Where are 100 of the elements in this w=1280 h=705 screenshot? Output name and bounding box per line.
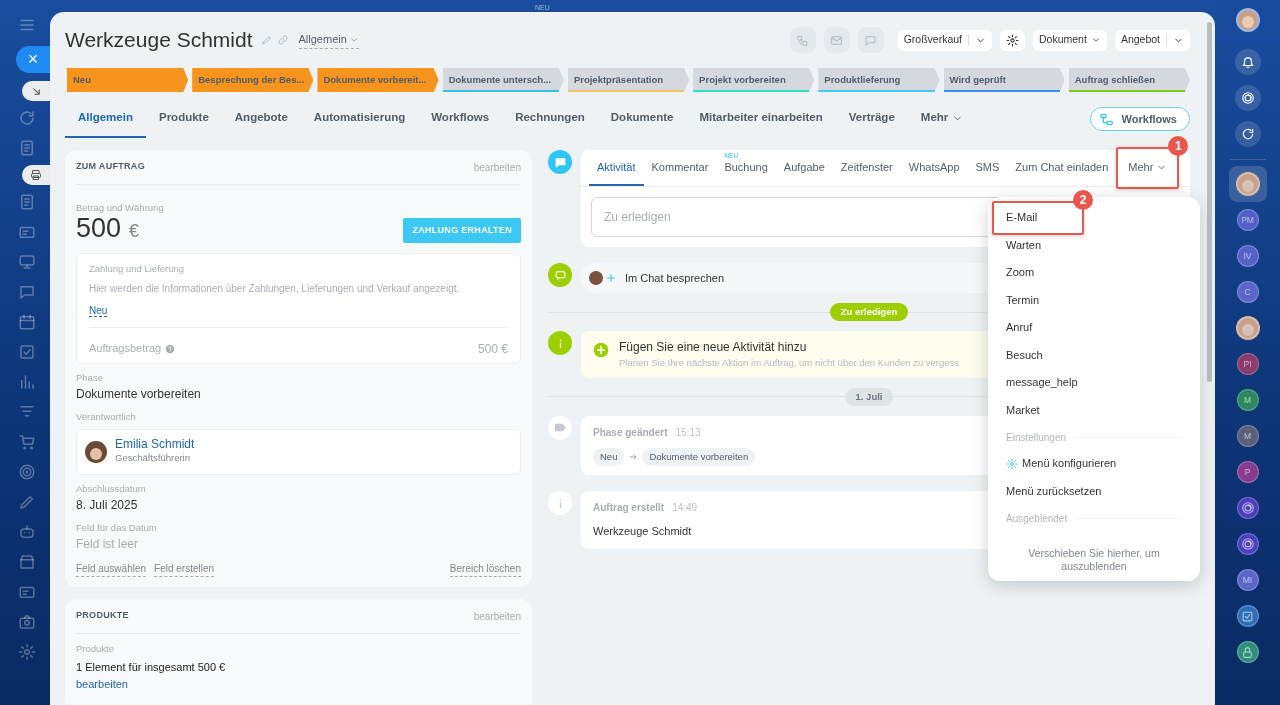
field-label: Produkte bbox=[76, 642, 116, 657]
channel-button[interactable] bbox=[1236, 533, 1259, 555]
contact-avatar[interactable]: PI bbox=[1236, 353, 1259, 375]
person-role: Geschäftsführerin bbox=[115, 451, 191, 466]
tab[interactable]: SMS bbox=[967, 150, 1008, 186]
menu-item[interactable]: Anruf bbox=[988, 314, 1051, 342]
refresh-icon[interactable] bbox=[18, 109, 36, 127]
channel-button[interactable] bbox=[1236, 497, 1259, 519]
clear-link[interactable]: Bereich löschen bbox=[449, 561, 521, 578]
field-link[interactable]: Feld erstellen bbox=[154, 561, 215, 578]
link-icon[interactable] bbox=[276, 34, 289, 46]
document-icon[interactable] bbox=[18, 139, 36, 157]
products-summary: 1 Element für insgesamt 500 € bbox=[76, 660, 227, 676]
target-button[interactable] bbox=[1234, 85, 1261, 111]
pencil-icon[interactable] bbox=[18, 493, 36, 511]
stage-step[interactable]: Produktlieferung bbox=[818, 68, 940, 92]
field-link[interactable]: Feld auswählen bbox=[76, 561, 147, 578]
chat-label: Im Chat besprechen bbox=[625, 270, 725, 286]
cart-icon[interactable] bbox=[18, 433, 36, 451]
workflows-button[interactable]: Workflows bbox=[1089, 107, 1190, 131]
dropdown-button[interactable]: Dokument bbox=[1033, 29, 1107, 51]
new-link[interactable]: Neu bbox=[89, 304, 108, 317]
chart-icon[interactable] bbox=[18, 373, 36, 391]
tab[interactable]: Verträge bbox=[835, 100, 908, 138]
calendar-icon[interactable] bbox=[18, 313, 36, 331]
tab[interactable]: Zeitfenster bbox=[832, 150, 901, 186]
arrow-icon bbox=[628, 451, 639, 462]
print-button[interactable] bbox=[22, 165, 50, 185]
tab[interactable]: Angebote bbox=[221, 100, 301, 138]
menu-item[interactable]: Menü konfigurieren bbox=[988, 450, 1135, 478]
edit-link[interactable]: bearbeiten bbox=[76, 675, 521, 693]
contact-avatar[interactable]: PM bbox=[1236, 209, 1259, 231]
minimize-button[interactable] bbox=[22, 81, 50, 101]
tab[interactable]: Produkte bbox=[145, 100, 222, 138]
tab[interactable]: Workflows bbox=[418, 100, 503, 138]
event-time: 14:49 bbox=[672, 501, 698, 515]
target-icon[interactable] bbox=[18, 463, 36, 481]
stage-step[interactable]: Projekt vorbereiten bbox=[693, 68, 815, 92]
menu-item[interactable]: message_help bbox=[988, 369, 1096, 397]
user-avatar[interactable] bbox=[1235, 8, 1260, 32]
contact-avatar[interactable] bbox=[1235, 172, 1260, 196]
step-badge: 2 bbox=[1073, 190, 1093, 210]
field-label: Feld für das Datum bbox=[76, 520, 158, 535]
todo-divider: Zu erledigen bbox=[829, 303, 909, 322]
tab[interactable]: Aktivität bbox=[589, 150, 644, 186]
mail-button[interactable] bbox=[823, 27, 850, 53]
tab[interactable]: Aufgabe bbox=[775, 150, 833, 186]
split-button[interactable]: Angebot bbox=[1114, 29, 1190, 51]
stage-step[interactable]: Projektpräsentation bbox=[567, 68, 690, 92]
workflow-icon bbox=[1098, 111, 1114, 127]
settings-icon[interactable] bbox=[18, 643, 36, 661]
settings-button[interactable] bbox=[1000, 29, 1025, 51]
camera-icon[interactable] bbox=[18, 613, 36, 631]
document-icon[interactable] bbox=[18, 193, 36, 211]
tab[interactable]: Kommentar bbox=[643, 150, 717, 186]
target-icon bbox=[1240, 91, 1255, 105]
stage-step[interactable]: Auftrag schließen bbox=[1068, 68, 1190, 92]
monitor-icon[interactable] bbox=[18, 253, 36, 271]
deal-title: Werkzeuge Schmidt bbox=[65, 27, 253, 53]
split-button[interactable]: Großverkauf bbox=[897, 29, 992, 51]
contact-avatar[interactable] bbox=[1235, 316, 1260, 340]
contact-avatar[interactable]: C bbox=[1236, 281, 1259, 303]
lock-button[interactable] bbox=[1236, 641, 1259, 663]
section-heading: PRODUKTE bbox=[76, 609, 129, 623]
tab[interactable]: Allgemein bbox=[65, 100, 146, 138]
category-dropdown[interactable]: Allgemein bbox=[298, 31, 359, 49]
menu-item[interactable]: E-Mail bbox=[996, 204, 1048, 232]
step-badge: 1 bbox=[1168, 136, 1189, 156]
tab[interactable]: Dokumente bbox=[597, 100, 687, 138]
tab[interactable]: WhatsApp bbox=[900, 150, 968, 186]
tab[interactable]: Mitarbeiter einarbeiten bbox=[686, 100, 836, 138]
amount: 500 bbox=[76, 215, 122, 243]
robot-icon[interactable] bbox=[18, 523, 36, 541]
checkbox-icon[interactable] bbox=[18, 343, 36, 361]
tab[interactable]: Zum Chat einladen bbox=[1007, 150, 1117, 186]
task-button[interactable] bbox=[1236, 605, 1259, 627]
notification-button[interactable] bbox=[1234, 49, 1261, 75]
pencil-icon[interactable] bbox=[260, 34, 273, 46]
contact-avatar[interactable]: P bbox=[1236, 461, 1259, 483]
store-icon[interactable] bbox=[18, 553, 36, 571]
event-time: 15:13 bbox=[675, 425, 701, 440]
activity-icon bbox=[548, 150, 572, 174]
contact-avatar[interactable]: IV bbox=[1236, 245, 1259, 267]
phone-button[interactable] bbox=[789, 27, 816, 53]
menu-item[interactable]: Besuch bbox=[988, 341, 1061, 369]
stage-step[interactable]: Wird geprüft bbox=[943, 68, 1065, 92]
menu-item[interactable]: Market bbox=[988, 396, 1058, 424]
tab[interactable]: Automatisierung bbox=[300, 100, 419, 138]
tab[interactable]: Mehr bbox=[907, 100, 977, 138]
person-name[interactable]: Emilia Schmidt bbox=[115, 437, 195, 452]
date-divider: 1. Juli bbox=[844, 387, 894, 406]
menu-item[interactable]: Menü zurücksetzen bbox=[988, 477, 1120, 505]
panel-title: Zahlung und Lieferung bbox=[89, 262, 186, 277]
tab[interactable]: Rechnungen bbox=[502, 100, 598, 138]
settings-icon bbox=[1006, 457, 1018, 470]
scrollbar[interactable] bbox=[1207, 22, 1212, 382]
close-button[interactable]: × bbox=[16, 46, 50, 73]
contact-avatar[interactable]: M bbox=[1236, 425, 1259, 447]
stage-step[interactable]: Dokumente untersch... bbox=[442, 68, 564, 92]
section-heading: ZUM AUFTRAG bbox=[76, 160, 145, 173]
